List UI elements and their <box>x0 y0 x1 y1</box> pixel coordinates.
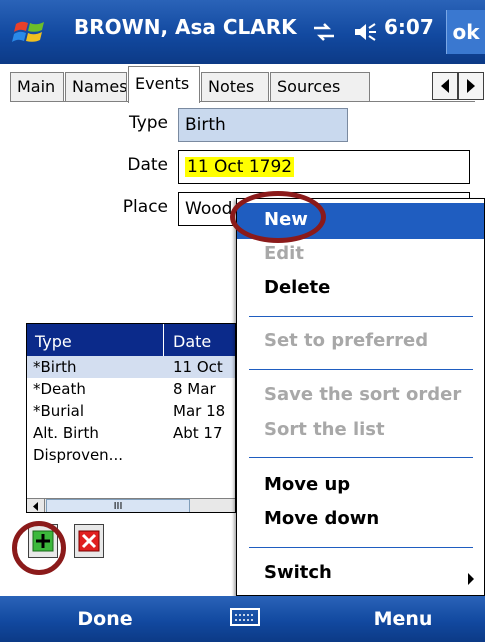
clock: 6:07 <box>384 15 434 39</box>
left-arrow-icon <box>441 79 449 93</box>
volume-icon[interactable] <box>352 19 378 45</box>
table-row[interactable]: Alt. Birth Abt 17 <box>27 422 235 444</box>
row-date: 11 Oct <box>173 358 223 376</box>
tab-scroll-arrows <box>432 72 484 100</box>
menu-separator <box>249 457 473 458</box>
type-field[interactable]: Birth <box>178 108 348 142</box>
tab-names[interactable]: Names <box>65 72 127 102</box>
keyboard-icon[interactable] <box>230 606 260 628</box>
context-menu: New Edit Delete Set to preferred Save th… <box>236 198 485 596</box>
connectivity-icon[interactable] <box>312 20 336 44</box>
menu-item-switch[interactable]: Switch <box>264 562 332 583</box>
tab-notes[interactable]: Notes <box>201 72 269 102</box>
row-type: *Burial <box>33 402 84 420</box>
title-bar: BROWN, Asa CLARK 6:07 ok <box>0 0 485 64</box>
horizontal-scrollbar[interactable]: III <box>27 498 235 512</box>
menu-item-sort-the-list[interactable]: Sort the list <box>264 419 385 440</box>
table-row[interactable]: *Burial Mar 18 <box>27 400 235 422</box>
type-label: Type <box>128 113 168 133</box>
tab-strip: Main Names Events Notes Sources <box>10 66 485 103</box>
row-type: *Death <box>33 380 86 398</box>
row-type: *Birth <box>33 358 77 376</box>
row-date: 8 Mar <box>173 380 216 398</box>
menu-item-save-sort-order[interactable]: Save the sort order <box>264 384 461 405</box>
events-list[interactable]: Type Date *Birth 11 Oct *Death 8 Mar *Bu… <box>26 323 236 513</box>
date-field[interactable]: 11 Oct 1792 <box>178 150 470 184</box>
menu-separator <box>249 547 473 548</box>
delete-event-button[interactable] <box>74 524 104 558</box>
menu-item-delete[interactable]: Delete <box>264 277 330 298</box>
plus-icon <box>32 530 54 552</box>
done-softkey[interactable]: Done <box>60 608 150 630</box>
tab-divider <box>10 101 475 102</box>
row-type: Disproven... <box>33 446 123 464</box>
menu-separator <box>249 369 473 370</box>
tab-scroll-right-button[interactable] <box>458 72 484 100</box>
window-title: BROWN, Asa CLARK <box>74 15 297 39</box>
place-label: Place <box>122 197 168 217</box>
row-date: Abt 17 <box>173 424 223 442</box>
menu-item-move-up[interactable]: Move up <box>264 474 350 495</box>
scroll-left-button[interactable] <box>27 499 45 512</box>
ok-button[interactable]: ok <box>446 10 485 54</box>
table-row[interactable]: *Death 8 Mar <box>27 378 235 400</box>
row-type: Alt. Birth <box>33 424 99 442</box>
softkey-bar: Done Menu <box>0 596 485 642</box>
windows-start-icon[interactable] <box>12 14 48 50</box>
tab-events[interactable]: Events <box>128 66 200 103</box>
scroll-thumb[interactable]: III <box>46 499 190 512</box>
events-list-header: Type Date <box>27 324 235 356</box>
column-separator <box>163 324 164 356</box>
submenu-arrow-icon <box>468 573 474 585</box>
right-arrow-icon <box>467 79 475 93</box>
table-row[interactable]: *Birth 11 Oct <box>27 356 235 378</box>
menu-separator <box>249 316 473 317</box>
column-header-type[interactable]: Type <box>35 324 72 360</box>
menu-item-set-to-preferred[interactable]: Set to preferred <box>264 330 428 351</box>
add-event-button[interactable] <box>28 524 58 558</box>
menu-item-new[interactable]: New <box>237 203 484 239</box>
row-date: Mar 18 <box>173 402 226 420</box>
date-value: 11 Oct 1792 <box>185 157 295 177</box>
left-arrow-icon <box>33 502 38 511</box>
menu-softkey[interactable]: Menu <box>358 608 448 630</box>
delete-x-icon <box>78 530 100 552</box>
tab-sources[interactable]: Sources <box>270 72 370 102</box>
date-label: Date <box>127 155 168 175</box>
menu-item-move-down[interactable]: Move down <box>264 508 379 529</box>
tab-scroll-left-button[interactable] <box>432 72 458 100</box>
tab-main[interactable]: Main <box>10 72 64 102</box>
column-header-date[interactable]: Date <box>173 324 211 360</box>
table-row[interactable]: Disproven... <box>27 444 235 466</box>
menu-item-edit[interactable]: Edit <box>264 243 304 264</box>
